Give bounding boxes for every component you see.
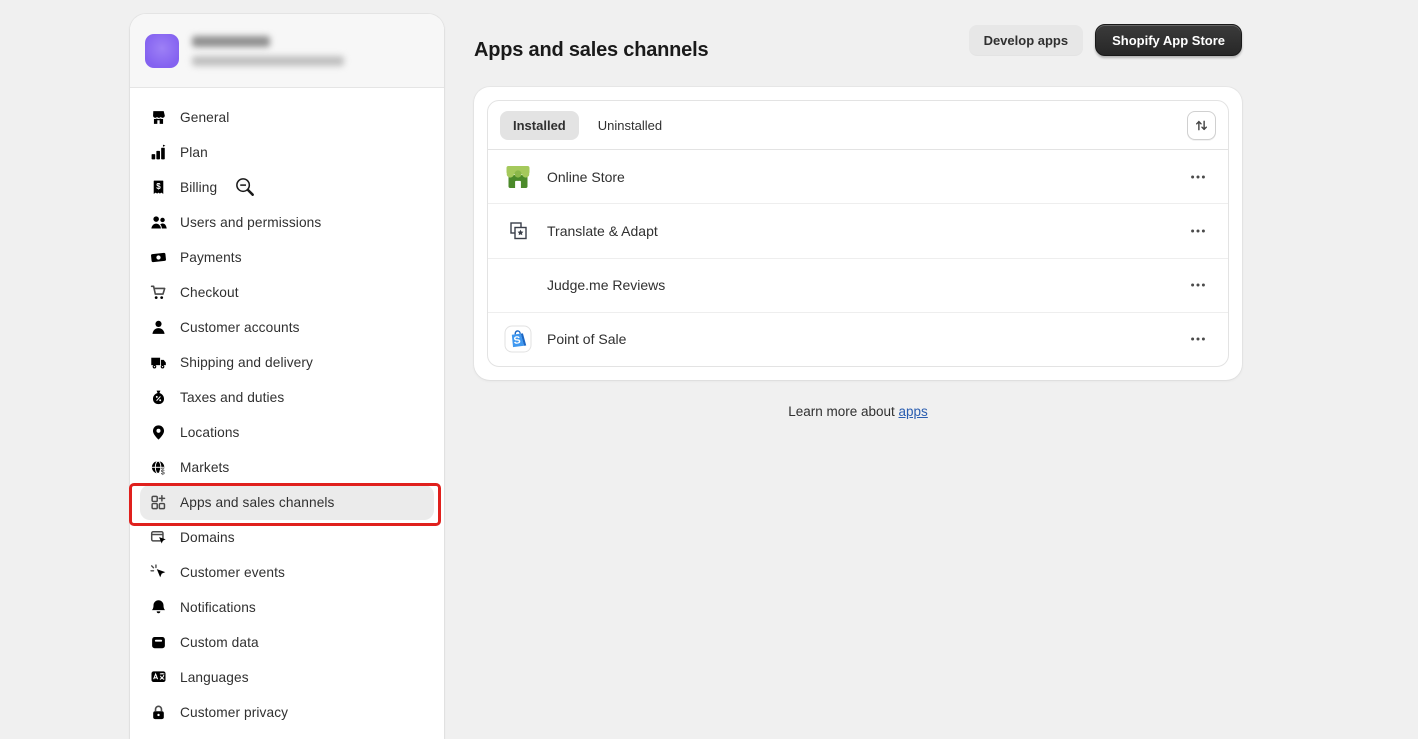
sidebar-item-locations[interactable]: Locations bbox=[140, 415, 434, 450]
learn-more-note: Learn more about apps bbox=[474, 404, 1242, 419]
app-row-menu-button[interactable] bbox=[1184, 166, 1212, 188]
sidebar-item-label: Taxes and duties bbox=[180, 390, 284, 405]
lock-icon bbox=[150, 704, 167, 721]
app-row-online-store[interactable]: Online Store bbox=[488, 150, 1228, 204]
header-actions: Develop apps Shopify App Store bbox=[969, 24, 1242, 56]
app-name: Translate & Adapt bbox=[547, 223, 658, 239]
app-name: Point of Sale bbox=[547, 331, 626, 347]
sidebar-item-payments[interactable]: Payments bbox=[140, 240, 434, 275]
app-name: Online Store bbox=[547, 169, 625, 185]
sidebar-item-label: Billing bbox=[180, 180, 217, 195]
apps-list-box: Installed Uninstalled Online Store Trans… bbox=[487, 100, 1229, 367]
sidebar-item-label: Domains bbox=[180, 530, 235, 545]
domains-window-icon bbox=[150, 529, 167, 546]
app-row-menu-button[interactable] bbox=[1184, 274, 1212, 296]
apps-card: Installed Uninstalled Online Store Trans… bbox=[474, 87, 1242, 380]
store-name-redacted bbox=[192, 36, 270, 47]
store-email-redacted bbox=[192, 56, 344, 66]
sidebar-item-billing[interactable]: Billing bbox=[140, 170, 434, 205]
checkout-cart-icon bbox=[150, 284, 167, 301]
bell-icon bbox=[150, 599, 167, 616]
sidebar-item-label: Payments bbox=[180, 250, 242, 265]
store-avatar bbox=[145, 34, 179, 68]
sidebar-item-label: Custom data bbox=[180, 635, 259, 650]
tab-uninstalled[interactable]: Uninstalled bbox=[585, 111, 675, 140]
sort-arrows-icon bbox=[1194, 118, 1209, 133]
person-icon bbox=[150, 319, 167, 336]
sidebar-item-markets[interactable]: Markets bbox=[140, 450, 434, 485]
sidebar-item-label: Customer privacy bbox=[180, 705, 288, 720]
sidebar-item-general[interactable]: General bbox=[140, 100, 434, 135]
store-icon bbox=[150, 109, 167, 126]
learn-more-text: Learn more about bbox=[788, 404, 895, 419]
sidebar-item-label: Shipping and delivery bbox=[180, 355, 313, 370]
settings-sidebar: General Plan Billing Users and permissio… bbox=[130, 14, 444, 739]
sidebar-item-checkout[interactable]: Checkout bbox=[140, 275, 434, 310]
store-header bbox=[130, 14, 444, 88]
billing-icon bbox=[150, 179, 167, 196]
data-box-icon bbox=[150, 634, 167, 651]
sidebar-item-users-and-permissions[interactable]: Users and permissions bbox=[140, 205, 434, 240]
sidebar-item-label: Markets bbox=[180, 460, 229, 475]
settings-nav: General Plan Billing Users and permissio… bbox=[130, 88, 444, 730]
sidebar-item-label: Notifications bbox=[180, 600, 256, 615]
sidebar-item-customer-events[interactable]: Customer events bbox=[140, 555, 434, 590]
sidebar-item-customer-accounts[interactable]: Customer accounts bbox=[140, 310, 434, 345]
translate-adapt-app-icon bbox=[504, 217, 532, 245]
sidebar-item-label: Checkout bbox=[180, 285, 239, 300]
app-row-point-of-sale[interactable]: Point of Sale bbox=[488, 313, 1228, 366]
sidebar-item-custom-data[interactable]: Custom data bbox=[140, 625, 434, 660]
plan-icon bbox=[150, 144, 167, 161]
truck-icon bbox=[150, 354, 167, 371]
sidebar-item-notifications[interactable]: Notifications bbox=[140, 590, 434, 625]
point-of-sale-app-icon bbox=[504, 325, 532, 353]
sidebar-item-shipping-and-delivery[interactable]: Shipping and delivery bbox=[140, 345, 434, 380]
apps-grid-plus-icon bbox=[150, 494, 167, 511]
sidebar-item-label: Customer accounts bbox=[180, 320, 300, 335]
online-store-app-icon bbox=[504, 163, 532, 191]
develop-apps-button[interactable]: Develop apps bbox=[969, 25, 1084, 55]
apps-link[interactable]: apps bbox=[899, 404, 928, 419]
app-row-menu-button[interactable] bbox=[1184, 220, 1212, 242]
sidebar-item-label: Customer events bbox=[180, 565, 285, 580]
sort-button[interactable] bbox=[1187, 111, 1216, 140]
tab-installed[interactable]: Installed bbox=[500, 111, 579, 140]
sidebar-item-label: Locations bbox=[180, 425, 240, 440]
sidebar-item-label: Plan bbox=[180, 145, 208, 160]
ellipsis-icon bbox=[1190, 223, 1206, 239]
translate-bubble-icon bbox=[150, 669, 167, 686]
payments-icon bbox=[150, 249, 167, 266]
sidebar-item-plan[interactable]: Plan bbox=[140, 135, 434, 170]
app-name: Judge.me Reviews bbox=[547, 277, 665, 293]
ellipsis-icon bbox=[1190, 277, 1206, 293]
store-identity bbox=[192, 36, 344, 66]
cursor-sparks-icon bbox=[150, 564, 167, 581]
sidebar-item-apps-and-sales-channels[interactable]: Apps and sales channels bbox=[140, 485, 434, 520]
sidebar-item-label: Languages bbox=[180, 670, 249, 685]
sidebar-item-label: General bbox=[180, 110, 229, 125]
ellipsis-icon bbox=[1190, 331, 1206, 347]
users-icon bbox=[150, 214, 167, 231]
ellipsis-icon bbox=[1190, 169, 1206, 185]
app-row-translate-adapt[interactable]: Translate & Adapt bbox=[488, 204, 1228, 258]
location-pin-icon bbox=[150, 424, 167, 441]
app-row-menu-button[interactable] bbox=[1184, 328, 1212, 350]
shopify-app-store-button[interactable]: Shopify App Store bbox=[1095, 24, 1242, 56]
sidebar-item-label: Users and permissions bbox=[180, 215, 321, 230]
sidebar-item-label: Apps and sales channels bbox=[180, 495, 335, 510]
sidebar-item-customer-privacy[interactable]: Customer privacy bbox=[140, 695, 434, 730]
sidebar-item-taxes-and-duties[interactable]: Taxes and duties bbox=[140, 380, 434, 415]
judgeme-app-icon bbox=[504, 271, 532, 299]
apps-tabs-row: Installed Uninstalled bbox=[488, 101, 1228, 150]
sidebar-item-languages[interactable]: Languages bbox=[140, 660, 434, 695]
taxes-bag-icon bbox=[150, 389, 167, 406]
page-title: Apps and sales channels bbox=[474, 39, 708, 62]
app-row-judgeme-reviews[interactable]: Judge.me Reviews bbox=[488, 259, 1228, 313]
globe-dollar-icon bbox=[150, 459, 167, 476]
sidebar-item-domains[interactable]: Domains bbox=[140, 520, 434, 555]
